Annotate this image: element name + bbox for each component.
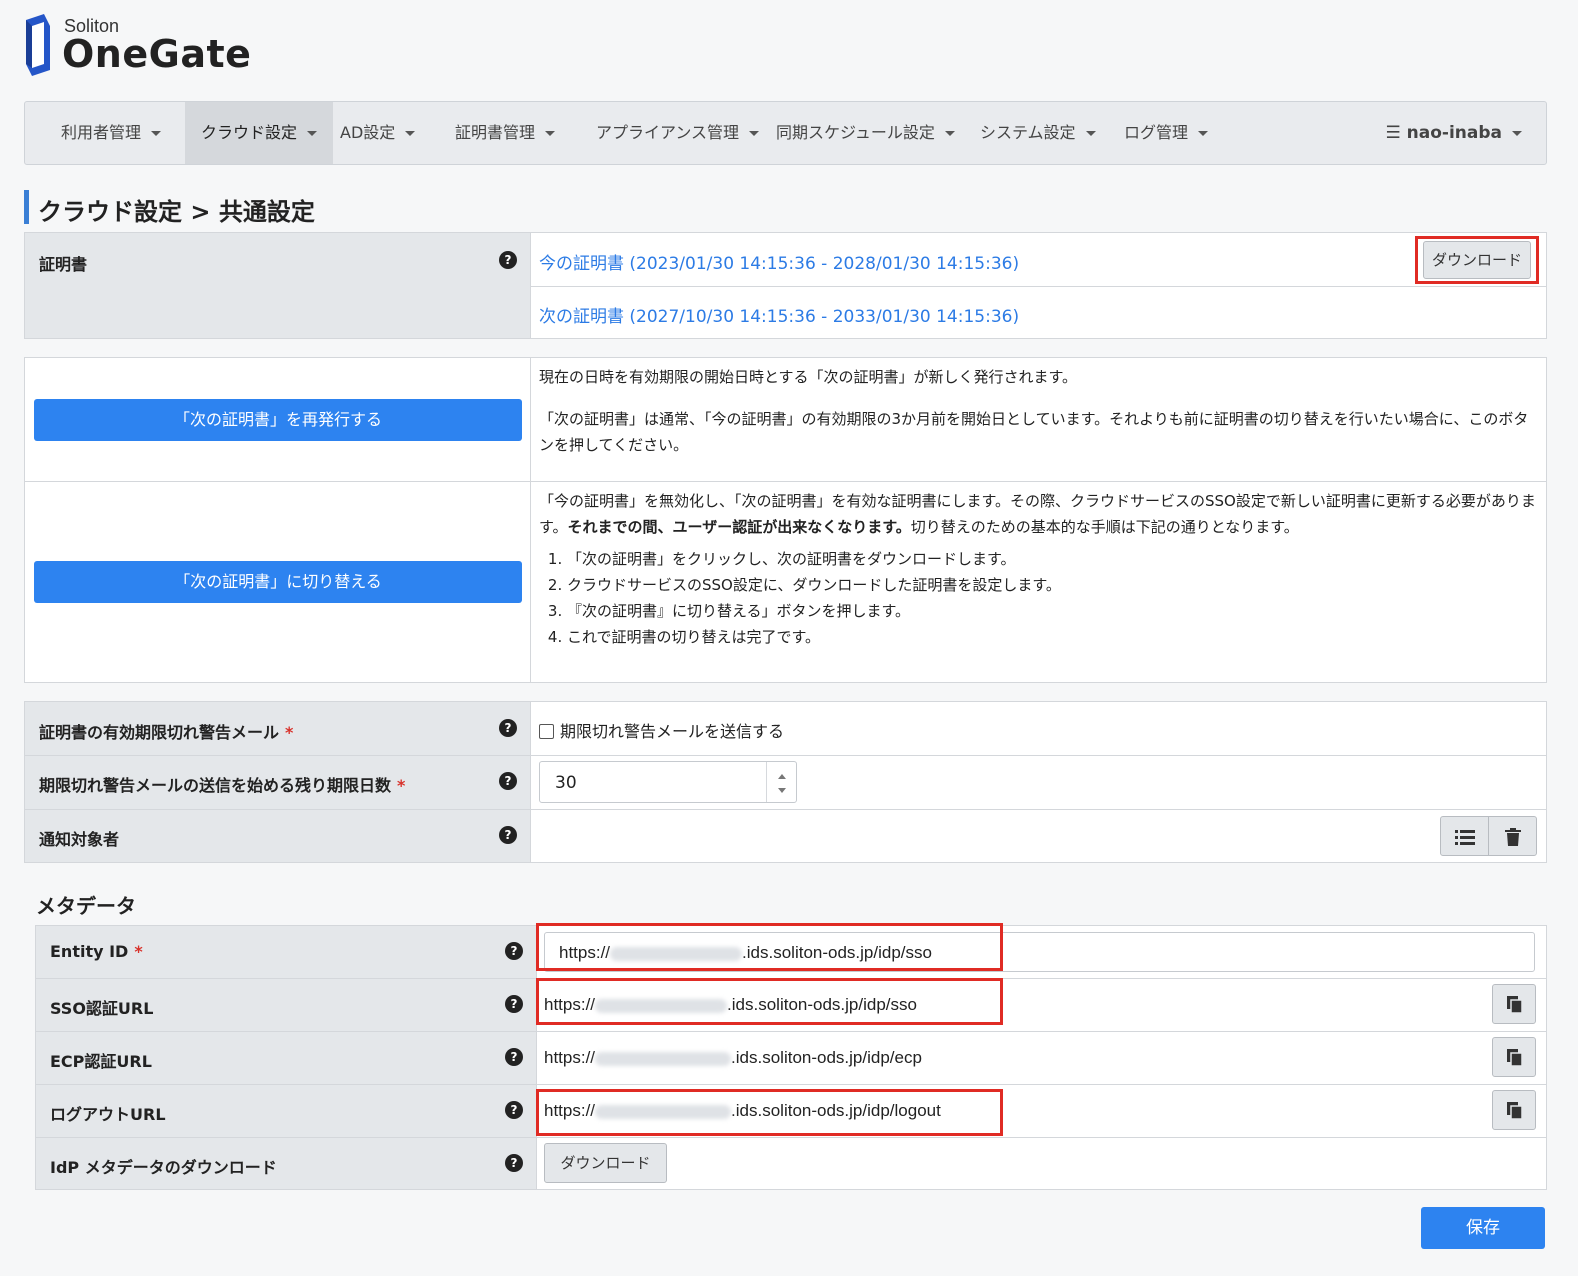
highlight-box — [536, 978, 1003, 1025]
save-button[interactable]: 保存 — [1421, 1207, 1545, 1249]
copy-icon — [1507, 1102, 1523, 1120]
user-menu[interactable]: ☰ nao-inaba — [1385, 102, 1522, 164]
copy-logout-url-button[interactable] — [1492, 1090, 1536, 1130]
certificate-actions-table: 「次の証明書」を再発行する 現在の日時を有効期限の開始日時とする「次の証明書」が… — [24, 357, 1547, 683]
sso-url-label: SSO認証URL — [50, 999, 154, 1018]
chevron-down-icon — [944, 131, 955, 136]
warning-days-stepper[interactable]: 30 — [539, 761, 797, 803]
switch-to-next-certificate-button[interactable]: 「次の証明書」に切り替える — [34, 561, 522, 603]
warning-days-label: 期限切れ警告メールの送信を始める残り期限日数 * — [39, 776, 406, 795]
help-icon[interactable]: ? — [505, 1154, 523, 1172]
chevron-down-icon — [1512, 130, 1522, 136]
reissue-description: 現在の日時を有効期限の開始日時とする「次の証明書」が新しく発行されます。 「次の… — [539, 364, 1539, 458]
row-divider — [36, 1084, 1546, 1085]
onegate-logo-icon — [26, 14, 50, 76]
row-divider — [25, 809, 1546, 810]
reissue-next-certificate-button[interactable]: 「次の証明書」を再発行する — [34, 399, 522, 441]
chevron-down-icon — [545, 131, 556, 136]
recipients-delete-button[interactable] — [1488, 816, 1537, 856]
help-icon[interactable]: ? — [505, 942, 523, 960]
list-item: これで証明書の切り替えは完了です。 — [567, 624, 1539, 650]
chevron-down-icon — [151, 131, 162, 136]
switch-desc-p1: 「今の証明書」を無効化し、「次の証明書」を有効な証明書にします。その際、クラウド… — [539, 492, 1536, 536]
nav-user-management[interactable]: 利用者管理 — [45, 102, 177, 164]
warning-mail-label: 証明書の有効期限切れ警告メール * — [39, 723, 294, 742]
highlight-box — [536, 1089, 1003, 1136]
ecp-url-label: ECP認証URL — [50, 1052, 152, 1071]
row-divider — [531, 286, 1546, 287]
nav-ad-settings[interactable]: AD設定 — [324, 102, 431, 164]
row-divider — [25, 481, 1546, 482]
reissue-desc-p1: 現在の日時を有効期限の開始日時とする「次の証明書」が新しく発行されます。 — [539, 368, 1078, 386]
metadata-heading: メタデータ — [36, 894, 136, 918]
main-navbar: 利用者管理 クラウド設定 AD設定 証明書管理 アプライアンス管理 同期スケジュ… — [24, 101, 1547, 165]
nav-certificate-management[interactable]: 証明書管理 — [439, 102, 571, 164]
stepper-arrows[interactable] — [766, 762, 796, 802]
nav-log-management[interactable]: ログ管理 — [1108, 102, 1224, 164]
row-divider — [25, 755, 1546, 756]
idp-metadata-label: IdP メタデータのダウンロード — [50, 1158, 277, 1177]
checkbox-icon[interactable] — [539, 724, 554, 739]
onegate-logo: Soliton OneGate — [22, 12, 251, 78]
recipients-label: 通知対象者 — [39, 830, 120, 849]
help-icon[interactable]: ? — [499, 826, 517, 844]
recipients-list-button[interactable] — [1440, 816, 1489, 856]
certificate-table: 証明書 ? 今の証明書 (2023/01/30 14:15:36 - 2028/… — [24, 232, 1547, 339]
warning-days-value: 30 — [555, 773, 577, 793]
row-divider — [36, 1031, 1546, 1032]
chevron-down-icon[interactable] — [778, 788, 786, 793]
warning-mail-checkbox[interactable]: 期限切れ警告メールを送信する — [539, 718, 784, 742]
column-divider — [530, 358, 531, 682]
help-icon[interactable]: ? — [499, 772, 517, 790]
page-title: クラウド設定 > 共通設定 — [38, 198, 315, 226]
chevron-down-icon — [307, 131, 318, 136]
entity-id-label: Entity ID * — [50, 942, 143, 961]
highlight-box — [1415, 236, 1539, 284]
copy-sso-url-button[interactable] — [1492, 984, 1536, 1024]
copy-icon — [1507, 1049, 1523, 1067]
copy-ecp-url-button[interactable] — [1492, 1037, 1536, 1077]
switch-description: 「今の証明書」を無効化し、「次の証明書」を有効な証明書にします。その際、クラウド… — [539, 488, 1539, 650]
list-item: クラウドサービスのSSO設定に、ダウンロードした証明書を設定します。 — [567, 572, 1539, 598]
nav-system-settings[interactable]: システム設定 — [964, 102, 1112, 164]
copy-icon — [1507, 996, 1523, 1014]
chevron-down-icon — [405, 131, 416, 136]
reissue-desc-p2: 「次の証明書」は通常、「今の証明書」の有効期限の3か月前を開始日としています。そ… — [539, 410, 1529, 454]
trash-icon — [1505, 828, 1521, 846]
help-icon[interactable]: ? — [505, 1048, 523, 1066]
warning-mail-table: 証明書の有効期限切れ警告メール * ? 期限切れ警告メールを送信する 期限切れ警告… — [24, 701, 1547, 863]
help-icon[interactable]: ? — [505, 995, 523, 1013]
chevron-down-icon — [1085, 131, 1096, 136]
nav-cloud-settings[interactable]: クラウド設定 — [185, 102, 334, 164]
title-accent-bar — [24, 190, 29, 224]
chevron-down-icon — [1198, 131, 1209, 136]
help-icon[interactable]: ? — [499, 719, 517, 737]
switch-steps-list: 「次の証明書」をクリックし、次の証明書をダウンロードします。 クラウドサービスの… — [567, 546, 1539, 650]
idp-metadata-download-button[interactable]: ダウンロード — [544, 1143, 667, 1183]
list-item: 『次の証明書』に切り替える」ボタンを押します。 — [567, 598, 1539, 624]
row-divider — [36, 1137, 1546, 1138]
certificate-label: 証明書 — [39, 255, 88, 274]
metadata-table: Entity ID * ? https://.ids.soliton-ods.jp… — [35, 923, 1547, 1190]
chevron-down-icon — [749, 131, 760, 136]
list-icon — [1455, 830, 1475, 845]
help-icon[interactable]: ? — [505, 1101, 523, 1119]
logout-url-label: ログアウトURL — [50, 1105, 166, 1124]
highlight-box — [536, 923, 1003, 971]
redacted-tenant — [595, 1051, 732, 1066]
next-certificate-link[interactable]: 次の証明書 (2027/10/30 14:15:36 - 2033/01/30 … — [539, 302, 1019, 327]
ecp-url-value: https://.ids.soliton-ods.jp/idp/ecp — [544, 1048, 922, 1067]
nav-appliance-management[interactable]: アプライアンス管理 — [580, 102, 775, 164]
brand-name: OneGate — [62, 32, 252, 76]
list-item: 「次の証明書」をクリックし、次の証明書をダウンロードします。 — [567, 546, 1539, 572]
chevron-up-icon[interactable] — [778, 774, 786, 779]
certificate-label-cell: 証明書 ? — [25, 233, 531, 338]
current-certificate-link[interactable]: 今の証明書 (2023/01/30 14:15:36 - 2028/01/30 … — [539, 249, 1019, 274]
nav-sync-schedule[interactable]: 同期スケジュール設定 — [760, 102, 971, 164]
help-icon[interactable]: ? — [499, 251, 517, 269]
